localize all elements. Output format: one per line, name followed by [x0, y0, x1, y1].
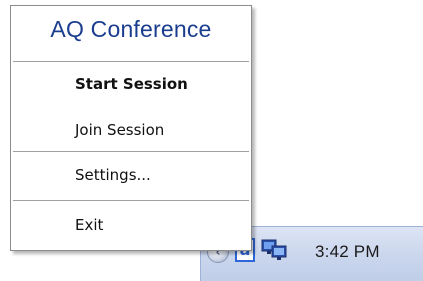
network-icon[interactable]: [261, 237, 289, 263]
menu-item-label: Join Session: [75, 121, 165, 139]
menu-item-label: Start Session: [75, 75, 188, 93]
exit-menu-item[interactable]: Exit: [13, 208, 249, 242]
menu-item-label: Settings...: [75, 166, 151, 184]
menu-separator: [13, 200, 249, 202]
menu-separator: [13, 151, 249, 153]
menu-title: AQ Conference: [50, 16, 212, 42]
desktop: ‹ a 3:42 PM AQ Conference Start Session …: [0, 0, 423, 281]
tray-context-menu: AQ Conference Start Session Join Session…: [10, 5, 252, 251]
start-session-menu-item[interactable]: Start Session: [13, 67, 249, 101]
settings-menu-item[interactable]: Settings...: [13, 158, 249, 192]
menu-separator: [13, 61, 249, 63]
clock[interactable]: 3:42 PM: [315, 242, 380, 262]
join-session-menu-item[interactable]: Join Session: [13, 113, 249, 147]
menu-item-label: Exit: [75, 216, 104, 234]
